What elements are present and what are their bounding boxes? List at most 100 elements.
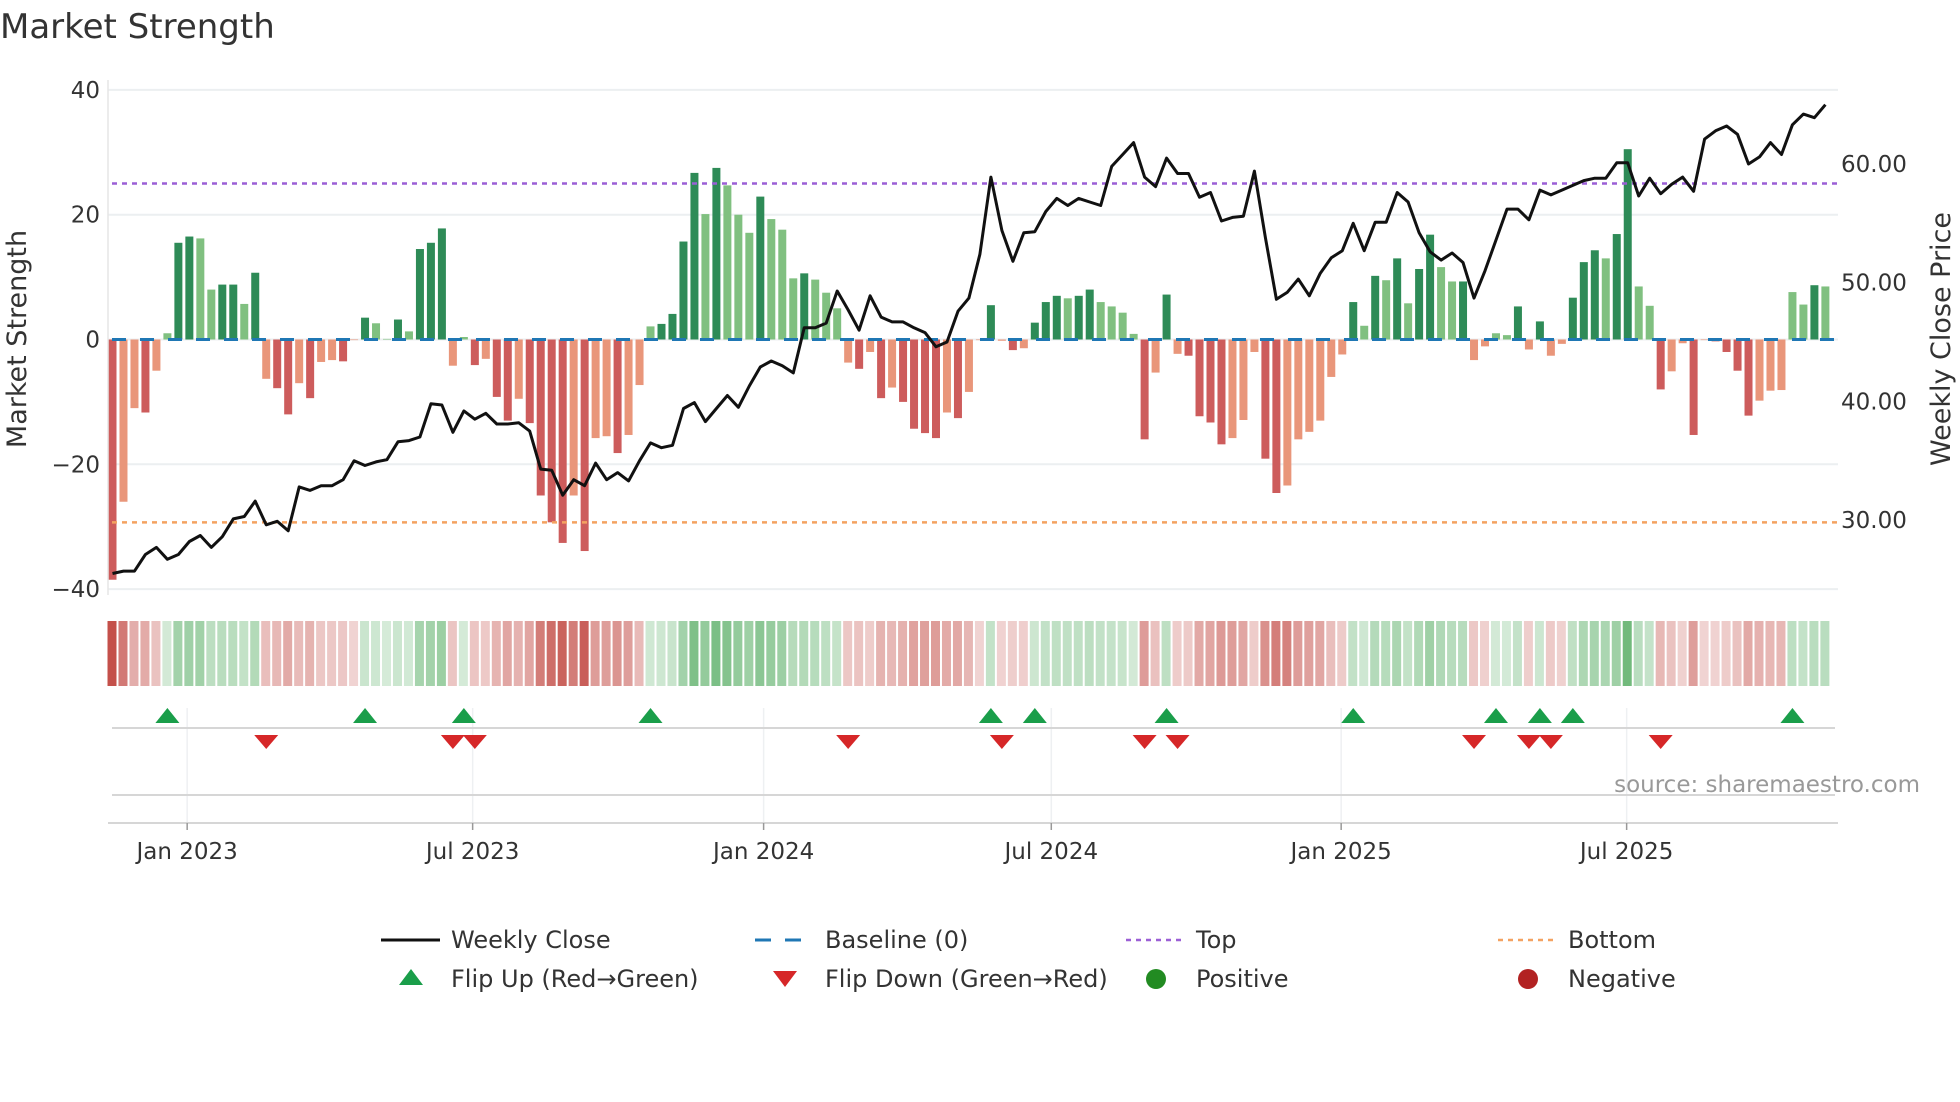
heat-cell [1809, 621, 1819, 686]
negative-bar [866, 339, 875, 352]
heat-cell [1062, 621, 1072, 686]
y2-tick-label: 60.00 [1841, 152, 1907, 178]
heat-cell [1139, 621, 1149, 686]
positive-bar [372, 323, 381, 340]
heat-cell [1776, 621, 1786, 686]
heat-cell [414, 621, 424, 686]
flip-up-marker [1341, 708, 1366, 723]
heat-cell [1666, 621, 1676, 686]
positive-bar [1590, 250, 1599, 340]
negative-bar [1689, 339, 1698, 435]
heat-cell [360, 621, 370, 686]
heat-cell [1633, 621, 1643, 686]
heat-cell [1578, 621, 1588, 686]
negative-bar [1557, 339, 1566, 344]
negative-bar [350, 339, 359, 341]
flip-up-marker [638, 708, 663, 723]
x-tick-label: Jul 2023 [424, 839, 520, 865]
heat-cell [1414, 621, 1424, 686]
negative-bar [503, 339, 512, 421]
negative-bar [328, 339, 337, 361]
heat-cell [1732, 621, 1742, 686]
flip-down-marker [1516, 735, 1541, 749]
heat-cell [1348, 621, 1358, 686]
flip-down-marker [1462, 735, 1487, 749]
heat-cell [261, 621, 271, 686]
negative-bar [997, 339, 1006, 341]
reference-lines [112, 182, 1838, 524]
heat-cell [810, 621, 820, 686]
legend: Weekly Close Baseline (0) Top Bottom Flip Up… [381, 926, 1676, 993]
heat-cell [1403, 621, 1413, 686]
flip-down-marker [462, 735, 487, 749]
positive-bar [1612, 234, 1621, 340]
y2-tick-label: 50.00 [1841, 271, 1907, 297]
positive-bar [240, 303, 249, 340]
flip-up-marker [353, 708, 378, 723]
heat-cell [941, 621, 951, 686]
heat-cell [535, 621, 545, 686]
positive-bar [1360, 325, 1369, 340]
y-tick-label: 20 [71, 203, 100, 229]
heat-cell [403, 621, 413, 686]
heat-cell [1798, 621, 1808, 686]
positive-bar [723, 185, 732, 340]
heat-cell [755, 621, 765, 686]
positive-bar [1821, 286, 1830, 340]
heat-cell [985, 621, 995, 686]
positive-bar [1349, 302, 1358, 340]
positive-bar [756, 196, 765, 340]
negative-bar [317, 339, 326, 362]
heat-cell [590, 621, 600, 686]
heat-cell [996, 621, 1006, 686]
positive-bar [1579, 262, 1588, 340]
heat-cell [601, 621, 611, 686]
heat-cell [1040, 621, 1050, 686]
flip-down-marker [1538, 735, 1563, 749]
positive-bar [778, 229, 787, 340]
heat-cell [228, 621, 238, 686]
negative-bar [591, 339, 600, 439]
heat-cell [1589, 621, 1599, 686]
heat-cell [700, 621, 710, 686]
negative-bar [1206, 339, 1215, 423]
positive-bar [1162, 294, 1171, 340]
heat-cell [1370, 621, 1380, 686]
heat-cell [1381, 621, 1391, 686]
heat-cell [513, 621, 523, 686]
positive-bar [745, 232, 754, 340]
x-tick-label: Jan 2025 [1289, 839, 1392, 865]
negative-bar [1766, 339, 1775, 391]
heat-cell [1534, 621, 1544, 686]
heat-cell [974, 621, 984, 686]
heat-cell [557, 621, 567, 686]
y-axis-title: Market Strength [2, 230, 33, 448]
heat-cell [1282, 621, 1292, 686]
negative-bar [580, 339, 589, 552]
legend-positive-icon [1146, 969, 1166, 989]
negative-bar [613, 339, 622, 454]
heat-cell [1029, 621, 1039, 686]
heat-cell [250, 621, 260, 686]
negative-bar [1184, 339, 1193, 356]
flip-down-marker [440, 735, 465, 749]
heat-cell [821, 621, 831, 686]
heat-cell [1128, 621, 1138, 686]
heat-cell [1007, 621, 1017, 686]
positive-bar [646, 326, 655, 340]
heat-cell [876, 621, 886, 686]
heat-cell [129, 621, 139, 686]
positive-bar [1371, 275, 1380, 340]
positive-bar [811, 279, 820, 340]
heat-cell [952, 621, 962, 686]
heat-cell [634, 621, 644, 686]
heat-cell [524, 621, 534, 686]
negative-bar [1733, 339, 1742, 371]
negative-bar [1327, 339, 1336, 377]
negative-bar [888, 339, 897, 388]
heat-cell [1677, 621, 1687, 686]
positive-bar [1459, 281, 1468, 340]
negative-bar [964, 339, 973, 392]
heat-cell [272, 621, 282, 686]
heat-cell [140, 621, 150, 686]
